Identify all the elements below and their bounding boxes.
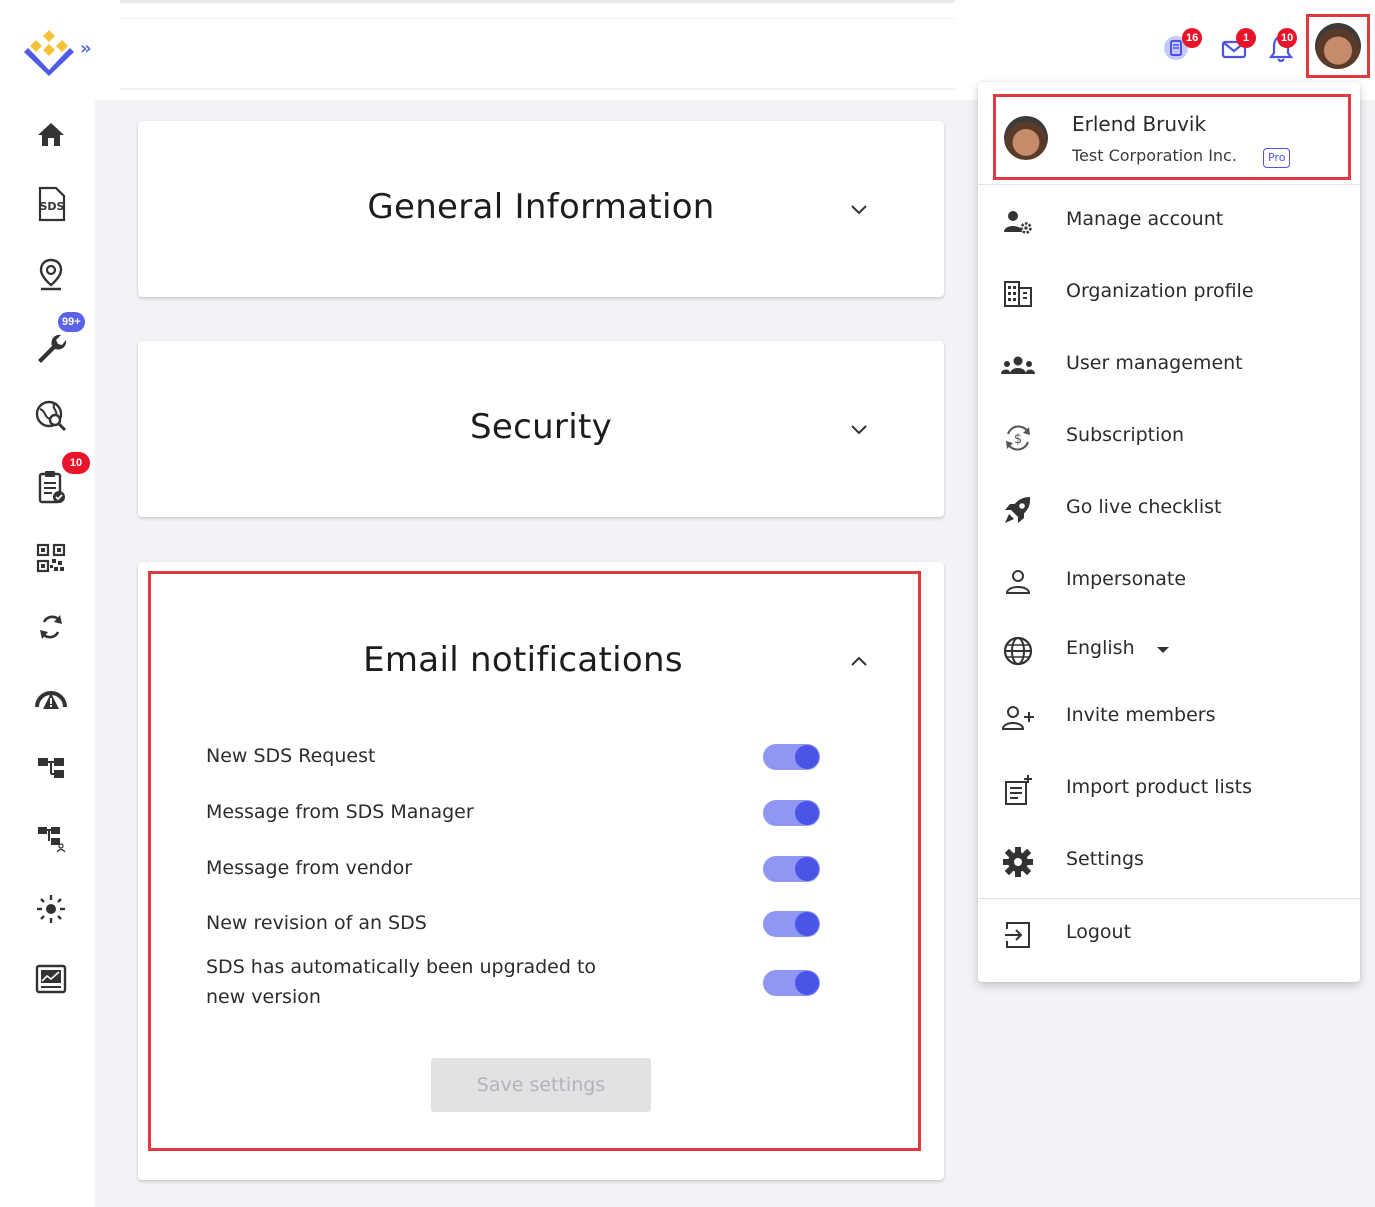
gear-icon — [1000, 844, 1036, 880]
menu-item-settings[interactable]: Settings — [978, 834, 1360, 890]
hierarchy-users-icon[interactable] — [32, 819, 70, 857]
chevron-down-icon[interactable] — [848, 198, 870, 220]
chevron-down-icon[interactable] — [848, 418, 870, 440]
notification-label: Message from vendor — [206, 857, 413, 879]
caret-down-icon — [1157, 647, 1169, 653]
menu-item-subscription[interactable]: $ Subscription — [978, 410, 1360, 466]
import-list-icon — [1000, 772, 1036, 808]
app-logo[interactable] — [22, 26, 76, 78]
menu-item-manage-account[interactable]: Manage account — [978, 194, 1360, 250]
svg-text:SDS: SDS — [40, 200, 65, 213]
user-plus-icon — [1000, 700, 1036, 736]
notification-label: SDS has automatically been upgraded to — [206, 956, 597, 978]
menu-item-label: Settings — [1066, 848, 1144, 870]
menu-item-invite-members[interactable]: Invite members — [978, 690, 1360, 746]
account-menu-button[interactable] — [1306, 14, 1370, 78]
notifications-button[interactable]: 10 — [1263, 28, 1299, 66]
expand-sidebar-icon[interactable]: » — [80, 38, 92, 59]
menu-item-language[interactable]: English — [978, 623, 1360, 679]
person-icon — [1000, 564, 1036, 600]
security-card[interactable]: Security — [138, 341, 944, 517]
building-icon — [1000, 276, 1036, 312]
dollar-cycle-icon: $ — [1000, 420, 1036, 456]
tasks-badge: 10 — [62, 452, 90, 474]
menu-item-label: User management — [1066, 352, 1243, 374]
notification-label: New revision of an SDS — [206, 912, 427, 934]
toggle-auto-upgraded[interactable] — [763, 970, 820, 996]
clipboard-check-icon[interactable]: 10 — [32, 452, 90, 506]
hierarchy-icon[interactable] — [32, 749, 70, 787]
documents-badge: 16 — [1182, 28, 1203, 48]
menu-item-label: English — [1066, 637, 1135, 659]
menu-item-label: Impersonate — [1066, 568, 1187, 590]
svg-text:$: $ — [1014, 432, 1022, 447]
tools-badge: 99+ — [58, 312, 85, 332]
wrench-icon[interactable]: 99+ — [32, 312, 85, 366]
menu-item-impersonate[interactable]: Impersonate — [978, 554, 1360, 610]
menu-item-label: Invite members — [1066, 704, 1216, 726]
report-chart-icon[interactable] — [32, 960, 70, 998]
toggle-new-revision[interactable] — [763, 911, 820, 937]
logout-icon — [1000, 917, 1036, 953]
menu-item-user-management[interactable]: User management — [978, 338, 1360, 394]
menu-item-organization-profile[interactable]: Organization profile — [978, 266, 1360, 322]
header-line — [120, 88, 955, 90]
notification-label: New SDS Request — [206, 745, 376, 767]
user-highlight-box — [993, 94, 1351, 180]
general-information-card[interactable]: General Information — [138, 121, 944, 297]
users-icon — [1000, 348, 1036, 384]
notification-label: Message from SDS Manager — [206, 801, 474, 823]
menu-item-label: Import product lists — [1066, 776, 1253, 798]
toggle-new-sds-request[interactable] — [763, 744, 820, 770]
top-divider — [120, 0, 955, 3]
messages-button[interactable]: 1 — [1216, 28, 1256, 66]
hazard-gauge-icon[interactable] — [32, 679, 70, 717]
user-gear-icon — [1000, 204, 1036, 240]
globe-search-icon[interactable] — [32, 397, 70, 435]
home-icon[interactable] — [32, 115, 70, 153]
menu-item-import-product-lists[interactable]: Import product lists — [978, 762, 1360, 818]
menu-item-label: Subscription — [1066, 424, 1185, 446]
menu-divider — [978, 184, 1360, 185]
sidebar: SDS 99+ 10 — [0, 100, 95, 1207]
menu-divider — [978, 898, 1360, 899]
globe-icon — [1000, 633, 1036, 669]
header-line — [120, 18, 955, 19]
sparkle-icon[interactable] — [32, 890, 70, 928]
menu-item-label: Logout — [1066, 921, 1132, 943]
documents-button[interactable]: 16 — [1158, 28, 1203, 66]
toggle-message-from-sds-manager[interactable] — [763, 800, 820, 826]
save-settings-button[interactable]: Save settings — [431, 1058, 651, 1112]
avatar — [1315, 23, 1361, 69]
messages-badge: 1 — [1236, 28, 1256, 48]
menu-item-logout[interactable]: Logout — [978, 907, 1360, 963]
sync-icon[interactable] — [32, 608, 70, 646]
location-pin-icon[interactable] — [32, 255, 70, 293]
sds-icon[interactable]: SDS — [32, 185, 70, 223]
menu-item-go-live-checklist[interactable]: Go live checklist — [978, 482, 1360, 538]
toggle-message-from-vendor[interactable] — [763, 856, 820, 882]
menu-item-label: Manage account — [1066, 208, 1224, 230]
qr-code-icon[interactable] — [32, 539, 70, 577]
menu-item-label: Organization profile — [1066, 280, 1254, 302]
card-title: General Information — [367, 187, 715, 227]
notification-label-cont: new version — [206, 986, 321, 1008]
rocket-icon — [1000, 492, 1036, 528]
card-title: Security — [469, 407, 613, 447]
menu-item-label: Go live checklist — [1066, 496, 1222, 518]
